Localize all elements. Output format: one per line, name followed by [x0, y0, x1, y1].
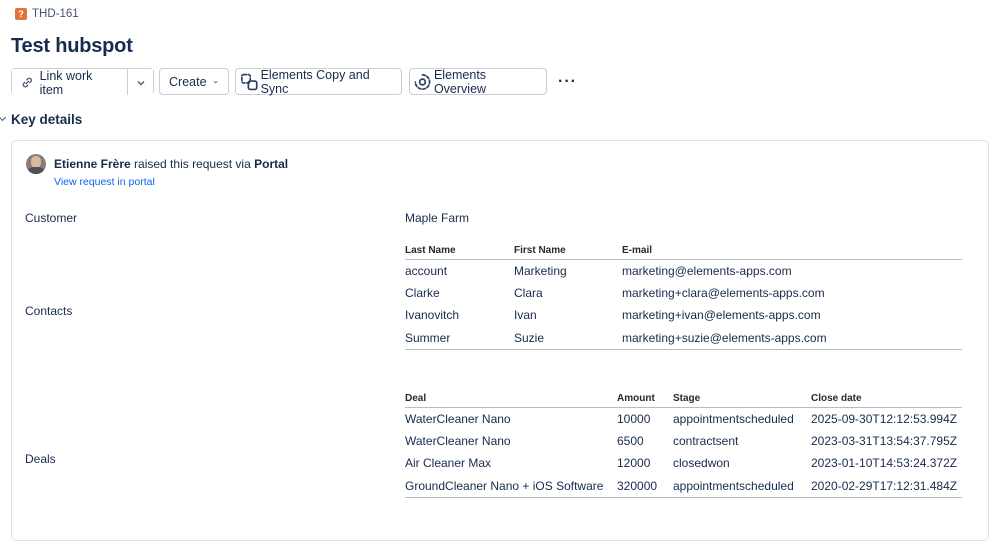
deal-stage: closedwon — [673, 456, 730, 471]
table-row: Clarke Clara marketing+clara@elements-ap… — [405, 282, 962, 305]
elements-overview-icon — [414, 73, 431, 90]
column-header: First Name — [514, 238, 622, 260]
contact-last-name: Ivanovitch — [405, 308, 460, 323]
contact-first-name: Clara — [514, 285, 543, 300]
deal-amount: 320000 — [617, 474, 673, 498]
collapse-caret-icon[interactable] — [0, 113, 7, 122]
column-header: Stage — [673, 386, 811, 408]
avatar — [26, 154, 46, 174]
contact-last-name: account — [405, 263, 448, 278]
table-row: WaterCleaner Nano 6500 contractsent 2023… — [405, 430, 962, 453]
column-header: Last Name — [405, 238, 514, 260]
link-work-item-group: Link work item — [11, 68, 154, 97]
page-title[interactable]: Test hubspot — [11, 35, 133, 58]
link-work-item-dropdown[interactable] — [128, 69, 153, 96]
elements-copy-sync-icon — [241, 73, 258, 90]
deals-label: Deals — [25, 452, 56, 466]
elements-copy-sync-button[interactable]: Elements Copy and Sync — [235, 67, 402, 96]
elements-overview-button[interactable]: Elements Overview — [409, 67, 547, 96]
deal-stage: contractsent — [673, 433, 739, 448]
deal-amount: 6500 — [617, 433, 644, 448]
requester-name[interactable]: Etienne Frère — [54, 157, 131, 171]
requester-action: raised this request via — [130, 157, 255, 171]
contact-last-name: Clarke — [405, 285, 440, 300]
chevron-down-icon — [213, 80, 218, 83]
more-actions-button[interactable]: ··· — [558, 73, 577, 91]
request-channel: Portal — [254, 157, 289, 171]
deal-amount: 10000 — [617, 411, 651, 426]
column-header: E-mail — [622, 238, 962, 260]
question-icon: ? — [15, 8, 27, 20]
contact-email: marketing+ivan@elements-apps.com — [622, 308, 821, 323]
table-row: GroundCleaner Nano + iOS Software 320000… — [405, 474, 962, 498]
contacts-label: Contacts — [25, 304, 73, 318]
link-icon — [22, 77, 32, 88]
table-row: account Marketing marketing@elements-app… — [405, 259, 962, 282]
table-row: Summer Suzie marketing+suzie@elements-ap… — [405, 326, 962, 350]
deal-close-date: 2023-01-10T14:53:24.372Z — [811, 456, 958, 471]
deal-amount: 12000 — [617, 456, 651, 471]
deal-name: WaterCleaner Nano — [405, 433, 511, 448]
column-header: Close date — [811, 386, 962, 408]
contact-first-name: Marketing — [514, 263, 567, 278]
deal-close-date: 2020-02-29T17:12:31.484Z — [811, 474, 962, 498]
column-header: Deal — [405, 386, 617, 408]
contact-first-name: Ivan — [514, 308, 537, 323]
key-details-heading[interactable]: Key details — [11, 112, 82, 127]
deal-name: GroundCleaner Nano + iOS Software — [405, 474, 617, 498]
deal-stage: appointmentscheduled — [673, 474, 811, 498]
requester-line: Etienne Frère raised this request via Po… — [54, 157, 288, 171]
link-work-item-button[interactable]: Link work item — [12, 68, 127, 97]
contact-email: marketing+clara@elements-apps.com — [622, 285, 825, 300]
deal-close-date: 2025-09-30T12:12:53.994Z — [811, 411, 958, 426]
contacts-table: Last Name First Name E-mail account Mark… — [405, 238, 962, 350]
deal-close-date: 2023-03-31T13:54:37.795Z — [811, 433, 958, 448]
deals-table: Deal Amount Stage Close date WaterCleane… — [405, 386, 962, 498]
contact-email: marketing+suzie@elements-apps.com — [622, 326, 962, 350]
customer-value: Maple Farm — [405, 211, 470, 225]
issue-toolbar: Link work item Create Elements Copy and … — [11, 67, 577, 97]
issue-key-breadcrumb[interactable]: ? THD-161 — [15, 8, 79, 20]
table-row: Ivanovitch Ivan marketing+ivan@elements-… — [405, 304, 962, 327]
contact-first-name: Suzie — [514, 326, 622, 350]
table-header-row: Deal Amount Stage Close date — [405, 386, 962, 408]
create-button[interactable]: Create — [159, 68, 229, 95]
table-row: Air Cleaner Max 12000 closedwon 2023-01-… — [405, 452, 962, 475]
link-work-item-label: Link work item — [39, 68, 93, 97]
customer-label: Customer — [25, 211, 78, 225]
contact-email: marketing@elements-apps.com — [622, 263, 792, 278]
table-row: WaterCleaner Nano 10000 appointmentsched… — [405, 407, 962, 430]
deal-name: WaterCleaner Nano — [405, 411, 511, 426]
view-in-portal-link[interactable]: View request in portal — [54, 176, 155, 188]
column-header: Amount — [617, 386, 673, 408]
deal-stage: appointmentscheduled — [673, 411, 794, 426]
deal-name: Air Cleaner Max — [405, 456, 492, 471]
elements-overview-label: Elements Overview — [433, 67, 487, 96]
chevron-down-icon — [137, 80, 144, 85]
elements-copy-sync-label: Elements Copy and Sync — [260, 67, 370, 96]
create-label: Create — [169, 74, 207, 89]
contact-last-name: Summer — [405, 326, 514, 350]
table-header-row: Last Name First Name E-mail — [405, 238, 962, 260]
issue-key[interactable]: THD-161 — [32, 8, 79, 20]
